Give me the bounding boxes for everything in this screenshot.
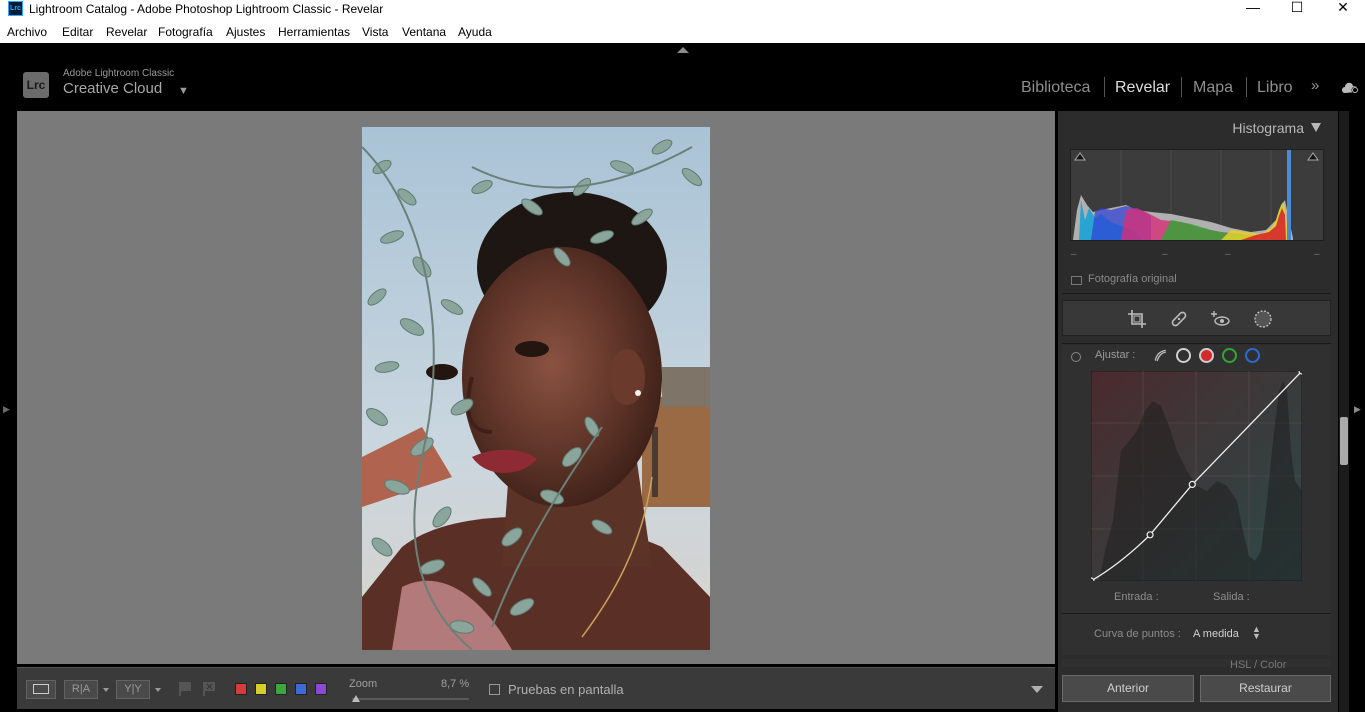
identity-dropdown-icon[interactable]: ▼: [178, 85, 189, 97]
before-after-dropdown-icon[interactable]: [103, 688, 109, 692]
expand-right-panel-icon[interactable]: ▶: [1354, 404, 1361, 415]
histogram-focal: –: [1162, 249, 1168, 260]
menu-herramientas[interactable]: Herramientas: [278, 25, 350, 39]
before-after-top-bottom-button[interactable]: Y|Y: [116, 680, 150, 699]
identity-plate[interactable]: Creative Cloud: [63, 80, 162, 97]
menu-ventana[interactable]: Ventana: [402, 25, 446, 39]
color-label-red[interactable]: [235, 683, 247, 695]
point-curve-label: Curva de puntos :: [1094, 628, 1181, 640]
hsl-panel-header[interactable]: [1062, 659, 1331, 667]
menu-revelar[interactable]: Revelar: [106, 25, 147, 39]
histogram-iso: –: [1071, 249, 1077, 260]
collapse-top-panel-icon[interactable]: [677, 47, 689, 53]
histogram-collapse-icon[interactable]: [1311, 123, 1321, 132]
curve-point[interactable]: [1188, 480, 1196, 489]
masking-icon[interactable]: [1253, 309, 1273, 329]
close-button[interactable]: ✕: [1320, 0, 1365, 21]
module-separator: [1246, 77, 1247, 97]
before-after-mode-dropdown-icon[interactable]: [155, 688, 161, 692]
input-label: Entrada :: [1114, 591, 1159, 603]
lrc-logo: Lrc: [23, 72, 49, 98]
red-eye-icon[interactable]: [1211, 309, 1231, 329]
photo-canvas[interactable]: [17, 111, 1055, 664]
tone-curve-panel: Ajustar : Entrada: Salida: Curva de pu…: [1062, 345, 1331, 655]
module-picker-panel: Lrc Adobe Lightroom Classic Creative Clo…: [0, 43, 1365, 110]
histogram-aperture: –: [1225, 249, 1231, 260]
cloud-sync-icon[interactable]: [1340, 80, 1360, 94]
soft-proof-label[interactable]: Pruebas en pantalla: [508, 682, 624, 697]
minimize-button[interactable]: —: [1230, 0, 1276, 21]
rgb-channel-button[interactable]: [1176, 348, 1191, 363]
menu-bar: Archivo Editar Revelar Fotografía Ajuste…: [0, 21, 1365, 43]
more-modules-icon[interactable]: »: [1311, 77, 1319, 94]
color-label-green[interactable]: [275, 683, 287, 695]
module-mapa[interactable]: Mapa: [1193, 79, 1233, 97]
product-name: Adobe Lightroom Classic: [63, 68, 175, 79]
loupe-view-icon: [33, 684, 49, 694]
target-adjustment-icon[interactable]: [1071, 352, 1081, 362]
blue-channel-button[interactable]: [1245, 348, 1260, 363]
zoom-value: 8,7 %: [441, 678, 470, 690]
reject-flag-icon[interactable]: [202, 681, 216, 697]
color-label-blue[interactable]: [295, 683, 307, 695]
menu-fotografia[interactable]: Fotografía: [158, 25, 213, 39]
hsl-panel-title[interactable]: HSL / Color: [1230, 659, 1286, 671]
maximize-button[interactable]: ☐: [1274, 0, 1320, 21]
color-label-purple[interactable]: [315, 683, 327, 695]
previous-button[interactable]: Anterior: [1062, 675, 1194, 702]
green-channel-button[interactable]: [1222, 348, 1237, 363]
expand-left-panel-icon[interactable]: ▶: [3, 404, 10, 415]
crop-icon[interactable]: [1127, 309, 1147, 329]
module-libro[interactable]: Libro: [1257, 79, 1293, 97]
point-curve-select[interactable]: A medida: [1193, 628, 1239, 640]
module-separator: [1181, 77, 1182, 97]
original-photo-label: Fotografía original: [1088, 273, 1177, 285]
adjust-label: Ajustar :: [1095, 349, 1136, 361]
portrait-photo[interactable]: [362, 127, 710, 650]
loupe-view-button[interactable]: [26, 680, 56, 699]
curve-point[interactable]: [1146, 531, 1154, 539]
menu-ayuda[interactable]: Ayuda: [458, 25, 492, 39]
panel-divider: [1062, 613, 1331, 614]
flag-icon[interactable]: [178, 681, 192, 697]
menu-archivo[interactable]: Archivo: [7, 25, 47, 39]
tone-curve-graph[interactable]: [1091, 371, 1302, 581]
module-separator: [1104, 77, 1105, 97]
toolbar-content-dropdown-icon[interactable]: [1031, 686, 1043, 693]
module-biblioteca[interactable]: Biblioteca: [1021, 79, 1090, 97]
histogram-graph: [1071, 150, 1323, 240]
scrollbar-thumb[interactable]: [1340, 417, 1348, 465]
original-photo-checkbox[interactable]: [1071, 276, 1082, 285]
window-title: Lightroom Catalog - Adobe Photoshop Ligh…: [29, 2, 384, 16]
tool-strip: [1062, 300, 1331, 336]
output-label: Salida :: [1213, 591, 1250, 603]
toolbar: R|A Y|Y Zoom 8,7 % Pruebas en pantalla: [17, 667, 1055, 709]
parametric-curve-icon[interactable]: [1153, 348, 1168, 363]
zoom-slider-track[interactable]: [352, 698, 469, 700]
reset-button[interactable]: Restaurar: [1200, 675, 1331, 702]
menu-editar[interactable]: Editar: [62, 25, 93, 39]
module-revelar[interactable]: Revelar: [1115, 79, 1170, 97]
lightroom-app-icon: Lrc: [8, 1, 23, 16]
soft-proof-checkbox[interactable]: [489, 684, 500, 695]
menu-ajustes[interactable]: Ajustes: [226, 25, 265, 39]
histogram-shutter: –: [1314, 249, 1320, 260]
portrait-image: [362, 127, 710, 650]
title-bar: Lrc Lightroom Catalog - Adobe Photoshop …: [0, 0, 1365, 21]
red-channel-button[interactable]: [1199, 348, 1214, 363]
before-after-left-right-button[interactable]: R|A: [64, 680, 98, 699]
menu-vista[interactable]: Vista: [362, 25, 388, 39]
right-panel-scrollbar[interactable]: [1339, 111, 1349, 712]
zoom-label: Zoom: [349, 678, 378, 690]
panel-divider: [1062, 293, 1331, 294]
panel-divider: [1062, 343, 1331, 344]
zoom-slider-thumb[interactable]: [352, 695, 360, 702]
histogram-header[interactable]: Histograma: [1058, 111, 1330, 143]
color-label-yellow[interactable]: [255, 683, 267, 695]
right-panel: Histograma – – – – Fotografía original A…: [1058, 111, 1338, 712]
histogram-title: Histograma: [1232, 120, 1304, 136]
point-curve-stepper-icon[interactable]: ▲ ▼: [1252, 625, 1261, 641]
histogram[interactable]: [1070, 149, 1324, 241]
spot-removal-icon[interactable]: [1169, 309, 1189, 329]
